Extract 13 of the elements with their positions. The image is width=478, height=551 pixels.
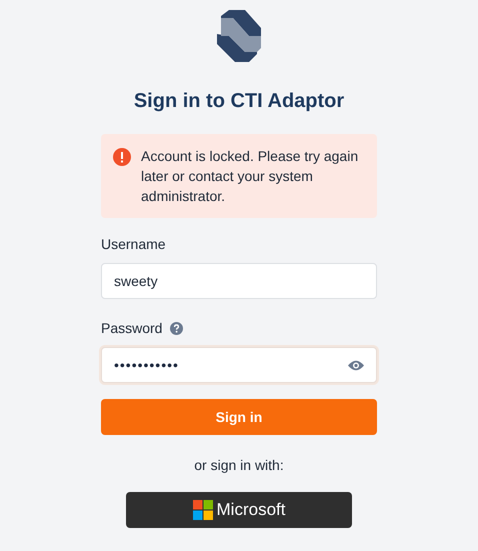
provider-button[interactable]: Microsoft	[126, 492, 352, 528]
field-label: Username	[101, 235, 167, 254]
username-field[interactable]: sweety	[101, 263, 377, 299]
alternative-sign-in-text: or sign in with:	[194, 456, 284, 475]
help-icon[interactable]	[170, 322, 184, 335]
logo-icon	[215, 8, 263, 64]
field-label: Password	[101, 319, 162, 338]
page-title: Sign in to CTI Adaptor	[134, 89, 344, 114]
error-icon	[113, 148, 131, 166]
windows-logo-icon	[192, 500, 213, 520]
password-field[interactable]: •••••••••••	[101, 347, 377, 383]
alert-message: Account is locked. Please try again later or contact your system administrator.	[141, 147, 360, 206]
eye-icon[interactable]	[348, 360, 364, 370]
